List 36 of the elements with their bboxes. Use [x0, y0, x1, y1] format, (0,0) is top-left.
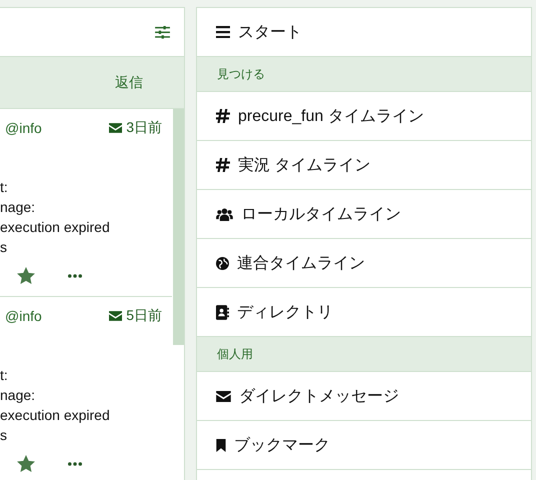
- status-text: t:: [0, 178, 9, 197]
- settings-icon[interactable]: [155, 26, 170, 38]
- status-time[interactable]: 3日前: [126, 119, 162, 137]
- globe-icon: [216, 256, 229, 270]
- menu-icon: [216, 26, 230, 38]
- account-name[interactable]: @info: [5, 308, 42, 324]
- mail-icon: [109, 311, 122, 321]
- status-text: execution expired: [0, 406, 111, 425]
- nav-link[interactable]: 実況 タイムライン: [197, 141, 531, 190]
- scrollbar[interactable]: [173, 109, 184, 345]
- hashtag-icon: [216, 109, 230, 123]
- nav-link[interactable]: ダイレクトメッセージ: [197, 372, 531, 421]
- status-time[interactable]: 5日前: [126, 307, 162, 325]
- more-icon[interactable]: [68, 274, 82, 278]
- star-icon[interactable]: [17, 455, 35, 472]
- mail-icon: [109, 123, 122, 133]
- nav-link[interactable]: ブックマーク: [197, 421, 531, 470]
- more-icon[interactable]: [68, 462, 82, 466]
- section-header: 見つける: [197, 57, 531, 92]
- address-book-icon: [216, 304, 229, 320]
- users-icon: [216, 208, 233, 220]
- status-text: s: [0, 238, 8, 257]
- status-text: t:: [0, 366, 9, 385]
- nav-link[interactable]: ローカルタイムライン: [197, 190, 531, 239]
- account-name[interactable]: @info: [5, 120, 42, 136]
- status-text: execution expired: [0, 218, 111, 237]
- bookmark-icon: [216, 438, 226, 452]
- nav-link[interactable]: 連合タイムライン: [197, 239, 531, 288]
- hashtag-icon: [216, 158, 230, 172]
- status-text: nage:: [0, 198, 36, 217]
- status-text: nage:: [0, 386, 36, 405]
- mail-icon: [216, 390, 231, 402]
- star-icon[interactable]: [17, 267, 35, 284]
- section-header: 個人用: [197, 337, 531, 372]
- nav-link[interactable]: precure_fun タイムライン: [197, 92, 531, 141]
- status-text: s: [0, 426, 8, 445]
